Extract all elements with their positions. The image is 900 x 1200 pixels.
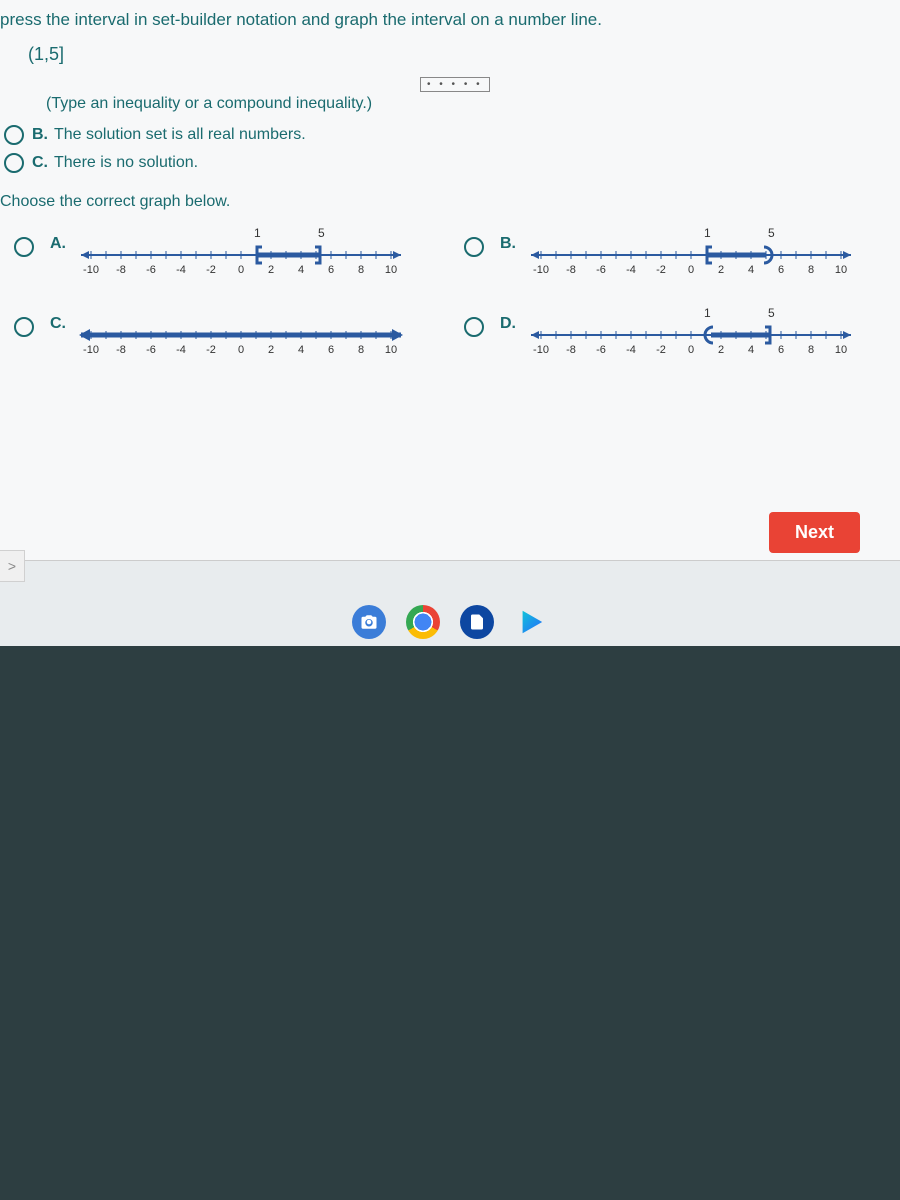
option-text: The solution set is all real numbers.	[54, 126, 306, 144]
scroll-tab-icon[interactable]: >	[0, 550, 25, 582]
graph-letter: B.	[500, 235, 518, 253]
number-line-a: 1 5 -10 -8 -6 -4 -2 0 2 4 6 8 10	[76, 225, 406, 285]
svg-text:8: 8	[358, 264, 364, 276]
svg-text:5: 5	[768, 226, 775, 240]
option-c-row[interactable]: C. There is no solution.	[0, 149, 900, 177]
option-b-row[interactable]: B. The solution set is all real numbers.	[0, 121, 900, 149]
svg-text:-10: -10	[83, 264, 99, 276]
svg-text:-2: -2	[656, 264, 666, 276]
svg-text:6: 6	[778, 344, 784, 356]
svg-text:10: 10	[835, 264, 847, 276]
files-icon[interactable]	[460, 605, 494, 639]
svg-text:8: 8	[358, 344, 364, 356]
svg-text:1: 1	[704, 226, 711, 240]
dots-icon[interactable]: • • • • •	[420, 77, 490, 92]
graph-letter: D.	[500, 315, 518, 333]
svg-text:8: 8	[808, 264, 814, 276]
svg-text:2: 2	[268, 344, 274, 356]
radio-icon[interactable]	[464, 237, 484, 257]
svg-text:-6: -6	[146, 344, 156, 356]
hint-text: (Type an inequality or a compound inequa…	[46, 95, 372, 112]
option-text: There is no solution.	[54, 154, 198, 172]
radio-icon[interactable]	[14, 237, 34, 257]
choose-subhead: Choose the correct graph below.	[0, 177, 900, 225]
number-line-b: 1 5 -10 -8 -6 -4 -2 0 2 4 6 8 10	[526, 225, 856, 285]
svg-text:2: 2	[268, 264, 274, 276]
radio-icon[interactable]	[14, 317, 34, 337]
camera-icon[interactable]	[352, 605, 386, 639]
graph-grid: A. 1 5 -10-8-6-4-20246810	[0, 225, 900, 365]
svg-text:6: 6	[328, 344, 334, 356]
svg-text:10: 10	[385, 264, 397, 276]
question-prompt: press the interval in set-builder notati…	[0, 10, 900, 44]
svg-text:6: 6	[778, 264, 784, 276]
graph-option-b[interactable]: B. 1 5 -10 -8 -6 -4 -2 0 2 4 6 8 10	[460, 225, 880, 285]
svg-text:-8: -8	[566, 344, 576, 356]
svg-text:10: 10	[385, 344, 397, 356]
option-letter: C.	[32, 154, 48, 172]
svg-text:-8: -8	[116, 344, 126, 356]
option-letter: B.	[32, 126, 48, 144]
svg-text:-8: -8	[566, 264, 576, 276]
svg-text:-6: -6	[596, 264, 606, 276]
svg-text:8: 8	[808, 344, 814, 356]
graph-option-d[interactable]: D. 1 5 -10 -8 -6 -4 -2 0 2 4 6 8 10	[460, 305, 880, 365]
svg-text:4: 4	[748, 264, 754, 276]
svg-text:2: 2	[718, 344, 724, 356]
svg-text:-10: -10	[83, 344, 99, 356]
radio-icon[interactable]	[4, 153, 24, 173]
svg-text:-2: -2	[206, 344, 216, 356]
svg-text:4: 4	[298, 344, 304, 356]
graph-letter: C.	[50, 315, 68, 333]
svg-text:1: 1	[704, 306, 711, 320]
svg-text:5: 5	[318, 226, 325, 240]
chrome-icon[interactable]	[406, 605, 440, 639]
svg-text:1: 1	[254, 226, 261, 240]
svg-text:-2: -2	[206, 264, 216, 276]
svg-text:-6: -6	[596, 344, 606, 356]
taskbar	[0, 598, 900, 646]
svg-text:0: 0	[688, 264, 694, 276]
svg-text:-10: -10	[533, 344, 549, 356]
svg-text:4: 4	[748, 344, 754, 356]
svg-text:5: 5	[768, 306, 775, 320]
svg-text:-6: -6	[146, 264, 156, 276]
svg-text:0: 0	[688, 344, 694, 356]
play-store-icon[interactable]	[514, 605, 548, 639]
number-line-c: -10 -8 -6 -4 -2 0 2 4 6 8 10	[76, 305, 406, 365]
svg-text:0: 0	[238, 264, 244, 276]
svg-text:-8: -8	[116, 264, 126, 276]
input-hint: • • • • • (Type an inequality or a compo…	[0, 95, 900, 113]
next-button[interactable]: Next	[769, 512, 860, 553]
graph-option-c[interactable]: C. -10 -8 -6 -4 -2 0 2 4 6 8 10	[10, 305, 430, 365]
svg-text:-4: -4	[626, 264, 636, 276]
graph-letter: A.	[50, 235, 68, 253]
radio-icon[interactable]	[4, 125, 24, 145]
number-line-d: 1 5 -10 -8 -6 -4 -2 0 2 4 6 8 10	[526, 305, 856, 365]
svg-text:-4: -4	[626, 344, 636, 356]
svg-text:-4: -4	[176, 264, 186, 276]
svg-text:2: 2	[718, 264, 724, 276]
svg-text:-4: -4	[176, 344, 186, 356]
offscreen-dark-area	[0, 646, 900, 1200]
svg-text:-10: -10	[533, 264, 549, 276]
graph-option-a[interactable]: A. 1 5 -10 -8 -6 -4 -2 0 2 4 6 8 10	[10, 225, 430, 285]
svg-text:6: 6	[328, 264, 334, 276]
svg-text:-2: -2	[656, 344, 666, 356]
interval-value: (1,5]	[0, 44, 900, 65]
radio-icon[interactable]	[464, 317, 484, 337]
svg-text:10: 10	[835, 344, 847, 356]
svg-text:0: 0	[238, 344, 244, 356]
svg-text:4: 4	[298, 264, 304, 276]
